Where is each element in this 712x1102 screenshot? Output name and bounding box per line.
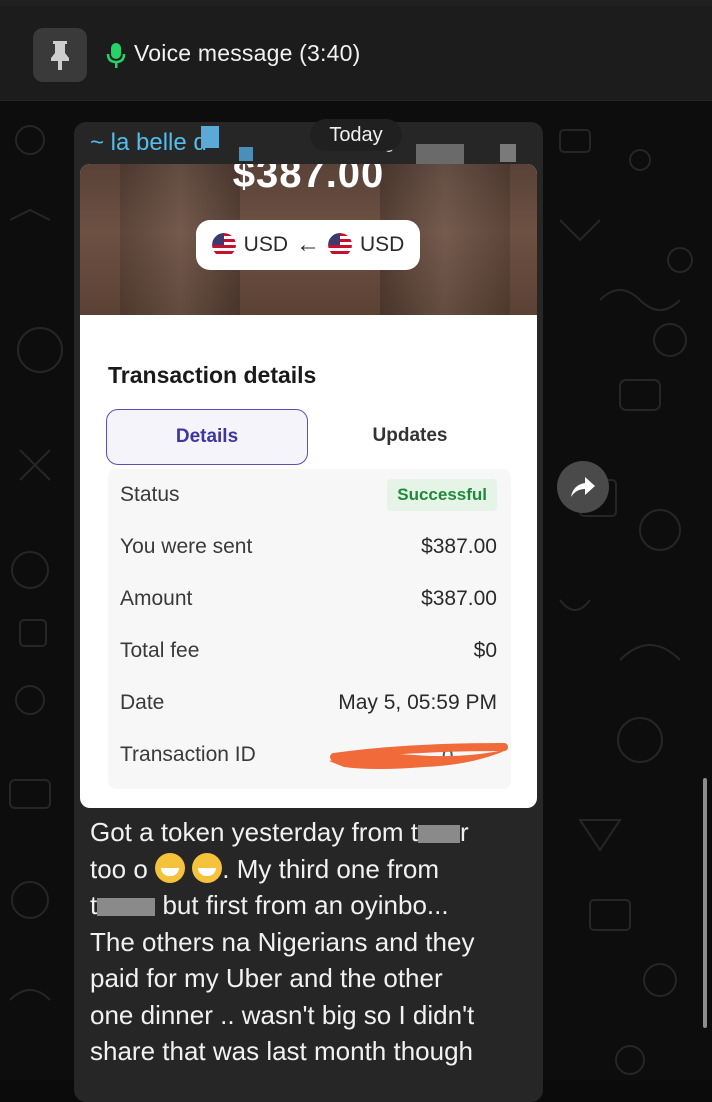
message-line: The others na Nigerians and they xyxy=(90,926,475,957)
detail-row-sent: You were sent $387.00 xyxy=(108,521,511,573)
blur-mark xyxy=(97,898,156,917)
tab-updates: Updates xyxy=(372,425,448,446)
detail-row-transaction-id: Transaction ID o... xyxy=(108,729,511,781)
message-bubble[interactable]: ~ la belle d 0 $387.00 USD xyxy=(74,122,543,1102)
detail-row-amount: Amount $387.00 xyxy=(108,573,511,625)
message-line: paid for my Uber and the other xyxy=(90,963,443,993)
message-line: share that was last month though xyxy=(90,1036,474,1066)
text-segment: . My third one from xyxy=(222,853,440,884)
row-label: Amount xyxy=(120,587,193,610)
message-line: t but first from an oyinbo... xyxy=(90,887,530,924)
mic-icon xyxy=(106,43,126,68)
sweat-smile-emoji-icon xyxy=(155,852,186,883)
detail-row-fee: Total fee $0 xyxy=(108,625,511,677)
currency-pair: USD ← USD xyxy=(196,220,420,270)
pin-icon[interactable] xyxy=(33,28,87,82)
row-value: $0 xyxy=(473,639,497,662)
pinned-message-bar[interactable]: Voice message (3:40) xyxy=(0,0,712,101)
message-line: one dinner .. wasn't big so I didn't xyxy=(90,999,475,1030)
text-segment: t xyxy=(90,890,98,920)
grin-emoji-icon xyxy=(192,852,223,883)
sender-name[interactable]: ~ la belle d xyxy=(90,129,207,157)
tab-details: Details xyxy=(106,409,308,465)
forward-button[interactable] xyxy=(557,461,609,513)
text-segment: too o xyxy=(90,853,156,884)
row-label: Total fee xyxy=(120,639,200,662)
row-value: May 5, 05:59 PM xyxy=(338,691,497,714)
message-line: Got a token yesterday from t r xyxy=(90,814,530,851)
details-list: Status Successful You were sent $387.00 … xyxy=(108,469,511,789)
sender-row: ~ la belle d 0 xyxy=(74,122,543,166)
us-flag-icon xyxy=(328,233,352,257)
blur-mark xyxy=(418,825,461,844)
detail-row-status: Status Successful xyxy=(108,469,511,521)
row-value: $387.00 xyxy=(421,535,497,558)
censor-mark xyxy=(500,144,516,162)
forward-icon xyxy=(571,477,595,497)
attached-screenshot[interactable]: $387.00 USD ← USD Transaction details De… xyxy=(80,164,537,808)
section-title: Transaction details xyxy=(108,362,317,388)
row-label: Status xyxy=(120,483,180,506)
censor-mark xyxy=(416,144,464,164)
date-separator: Today xyxy=(310,119,402,151)
text-segment: but first from an oyinbo... xyxy=(155,890,449,920)
top-strip xyxy=(0,0,712,6)
from-currency: USD xyxy=(243,233,288,256)
row-label: You were sent xyxy=(120,535,253,558)
pinned-message-label: Voice message (3:40) xyxy=(134,40,361,66)
censor-mark xyxy=(201,126,219,148)
censor-mark xyxy=(239,147,253,161)
row-label: Transaction ID xyxy=(120,743,256,766)
message-text: Got a token yesterday from t r too o . My… xyxy=(90,814,530,1070)
status-badge: Successful xyxy=(387,479,497,511)
transfer-amount: $387.00 xyxy=(232,164,385,196)
to-currency: USD xyxy=(360,233,405,256)
us-flag-icon xyxy=(211,233,236,257)
row-label: Date xyxy=(120,691,165,714)
detail-row-date: Date May 5, 05:59 PM xyxy=(108,677,511,729)
arrow-left-icon: ← xyxy=(296,231,320,258)
redaction-scribble xyxy=(329,743,509,769)
text-segment: Got a token yesterday from t xyxy=(90,817,419,847)
row-value: $387.00 xyxy=(421,587,497,610)
text-segment: r xyxy=(460,817,469,847)
message-line: too o . My third one from xyxy=(90,851,530,888)
screenshot-header: $387.00 USD ← USD xyxy=(80,164,537,315)
scrollbar[interactable] xyxy=(703,778,707,1028)
